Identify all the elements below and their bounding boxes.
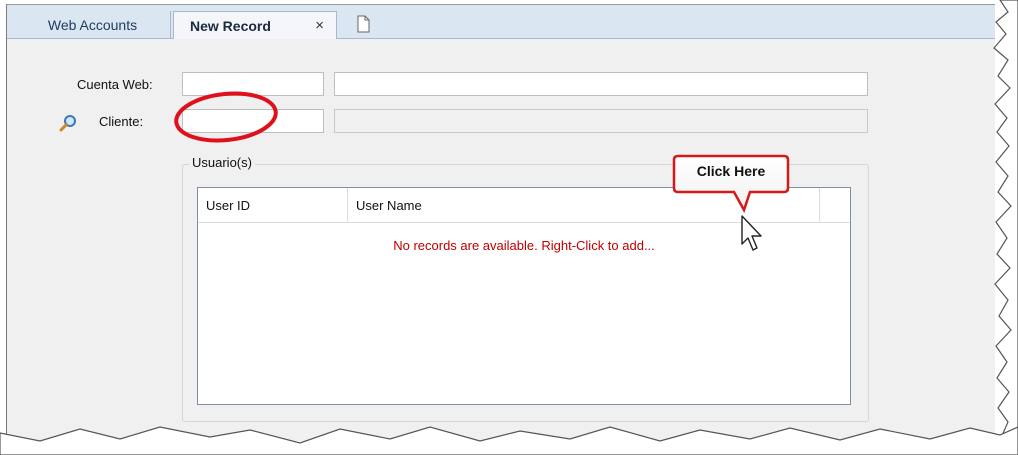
close-icon[interactable]: × bbox=[315, 17, 324, 34]
column-header-user-id[interactable]: User ID bbox=[198, 188, 348, 222]
tab-label: New Record bbox=[190, 17, 271, 34]
tab-web-accounts[interactable]: Web Accounts bbox=[15, 11, 171, 38]
tab-label: Web Accounts bbox=[47, 16, 138, 33]
torn-edge-right bbox=[993, 0, 1018, 455]
record-form: Cuenta Web: Cliente: Usuario(s) User ID … bbox=[7, 39, 995, 441]
app-window: Web Accounts New Record × Cuenta Web: Cl… bbox=[6, 4, 995, 441]
cliente-label: Cliente: bbox=[99, 114, 144, 129]
column-label: User ID bbox=[206, 197, 251, 213]
torn-edge-bottom bbox=[0, 426, 1018, 455]
magnifier-icon[interactable] bbox=[59, 114, 77, 132]
cliente-name-field bbox=[334, 109, 868, 133]
column-label: User Name bbox=[356, 197, 422, 213]
highlight-circle bbox=[174, 91, 278, 143]
new-document-icon[interactable] bbox=[353, 14, 373, 34]
mouse-pointer-icon bbox=[741, 215, 762, 251]
usuarios-group-title: Usuario(s) bbox=[189, 155, 255, 170]
tab-strip: Web Accounts New Record × bbox=[7, 5, 995, 39]
tab-new-record[interactable]: New Record × bbox=[173, 11, 337, 39]
cuenta-web-label: Cuenta Web: bbox=[77, 77, 153, 92]
cuenta-web-name-input[interactable] bbox=[334, 72, 868, 96]
callout-text: Click Here bbox=[696, 163, 766, 179]
click-here-callout bbox=[672, 154, 790, 214]
